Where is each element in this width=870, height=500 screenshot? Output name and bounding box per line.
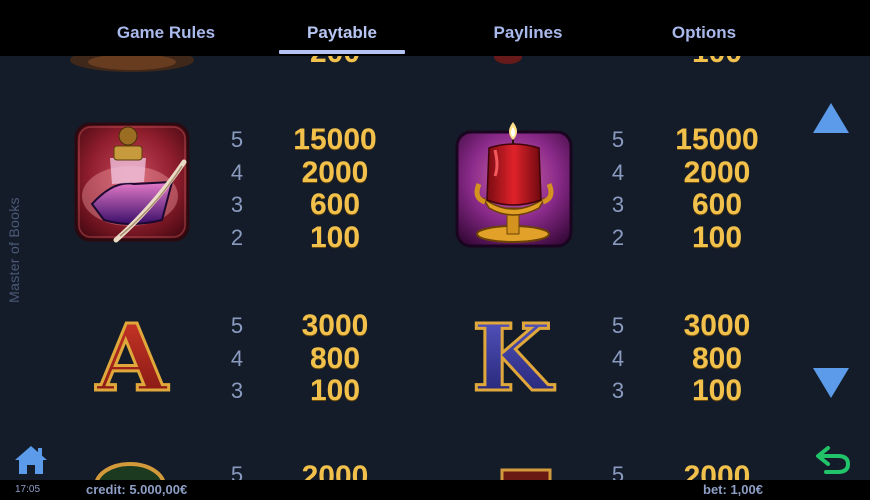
payout-value: 100: [309, 220, 361, 254]
count-label: 5: [230, 127, 244, 152]
count-label: 5: [611, 462, 625, 480]
count-label: 4: [230, 159, 244, 185]
partial-symbol-bottom-right: [498, 466, 554, 480]
potion-symbol: [74, 122, 190, 249]
tab-game-rules[interactable]: Game Rules: [104, 0, 228, 56]
scroll-down-button[interactable]: [812, 367, 850, 404]
letter-a-payouts: 3000 800 100: [275, 309, 395, 408]
count-label: 2: [226, 56, 248, 62]
letter-a-glyph: A: [95, 314, 169, 396]
count-label: 4: [230, 345, 244, 371]
payout-value: 2000: [683, 155, 751, 189]
letter-k-counts: 5 4 3: [608, 310, 628, 408]
count-label: 3: [611, 192, 625, 217]
letter-k-glyph: K: [472, 314, 555, 396]
tab-bar: Game Rules Paytable Paylines Options: [0, 0, 870, 56]
payout-value: 15000: [675, 123, 759, 156]
count-label: 5: [230, 313, 244, 338]
count-label: 2: [230, 224, 244, 250]
tab-paytable[interactable]: Paytable: [279, 0, 405, 56]
partial-payout-bottom-left: 2000: [275, 460, 395, 480]
count-label: 2: [607, 56, 629, 62]
back-button[interactable]: [814, 442, 852, 481]
partial-payout-top-right: 100: [657, 56, 777, 69]
payout-value: 100: [691, 374, 743, 407]
count-label: 2: [611, 224, 625, 250]
partial-count-top-right: 2: [607, 56, 629, 67]
count-label: 5: [230, 462, 244, 480]
payout-value: 3000: [683, 309, 751, 342]
partial-payout-top-left: 200: [275, 56, 395, 69]
candle-payouts: 15000 2000 600 100: [657, 123, 777, 254]
letter-k-symbol: K: [466, 303, 558, 414]
game-title: Master of Books: [6, 197, 22, 303]
count-label: 4: [611, 345, 625, 371]
letter-k-payouts: 3000 800 100: [657, 309, 777, 408]
payout-value: 600: [691, 188, 743, 221]
payout-value: 2000: [683, 460, 751, 480]
tab-options[interactable]: Options: [654, 0, 754, 56]
home-icon: [15, 446, 47, 474]
payout-value: 200: [275, 56, 395, 69]
scroll-up-button[interactable]: [812, 102, 850, 139]
payout-value: 2000: [301, 460, 369, 480]
count-label: 5: [611, 127, 625, 152]
payout-value: 100: [657, 56, 777, 69]
payout-value: 800: [691, 341, 743, 375]
payout-value: 15000: [293, 123, 377, 156]
partial-symbol-bottom-left: [92, 462, 168, 480]
triangle-up-icon: [813, 103, 849, 133]
payout-value: 100: [691, 220, 743, 254]
potion-counts: 5 4 3 2: [227, 124, 247, 254]
candle-symbol: [455, 122, 573, 253]
payout-value: 3000: [301, 309, 369, 342]
payout-value: 600: [309, 188, 361, 221]
payout-value: 100: [309, 374, 361, 407]
letter-a-counts: 5 4 3: [227, 310, 247, 408]
triangle-down-icon: [813, 368, 849, 398]
status-bar: 17:05 credit: 5.000,00€ bet: 1,00€: [0, 480, 870, 500]
partial-count-bottom-left: 5: [227, 462, 247, 480]
partial-payout-bottom-right: 2000: [657, 460, 777, 480]
partial-count-top-left: 2: [226, 56, 248, 67]
payout-value: 800: [309, 341, 361, 375]
count-label: 5: [611, 313, 625, 338]
count-label: 3: [230, 192, 244, 217]
potion-payouts: 15000 2000 600 100: [275, 123, 395, 254]
tab-paylines[interactable]: Paylines: [468, 0, 588, 56]
credit-display: credit: 5.000,00€: [86, 482, 188, 497]
letter-a-symbol: A: [86, 303, 178, 414]
bet-display: bet: 1,00€: [703, 482, 763, 497]
count-label: 3: [230, 378, 244, 403]
active-tab-indicator: [279, 50, 405, 54]
partial-count-bottom-right: 5: [608, 462, 628, 480]
home-button[interactable]: [13, 444, 49, 481]
candle-counts: 5 4 3 2: [608, 124, 628, 254]
clock-time: 17:05: [15, 484, 41, 495]
count-label: 4: [611, 159, 625, 185]
return-arrow-icon: [816, 446, 851, 474]
payout-value: 2000: [301, 155, 369, 189]
count-label: 3: [611, 378, 625, 403]
